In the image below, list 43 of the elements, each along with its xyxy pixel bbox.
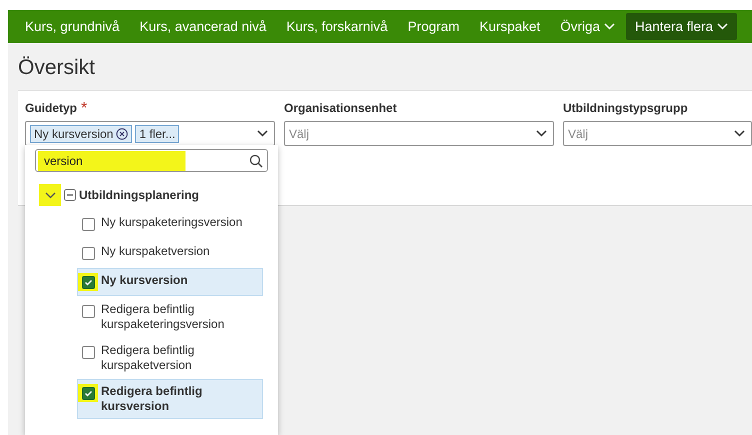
field-label: Organisationsenhet — [284, 101, 397, 116]
group-checkbox[interactable] — [64, 189, 76, 201]
nav-item[interactable]: Kurs, forskarnivå — [277, 13, 397, 40]
check-icon — [84, 278, 92, 286]
checkbox[interactable] — [82, 276, 94, 288]
chevron-down-icon — [257, 130, 268, 137]
option-item[interactable]: Redigera befintlig kurspaketversion — [77, 338, 263, 378]
chevron-down-icon — [717, 23, 728, 30]
checkbox[interactable] — [82, 246, 94, 260]
chevron-down-icon — [44, 192, 56, 198]
selected-tag: Ny kursversion — [30, 124, 132, 142]
group-label: Utbildningsplanering — [79, 188, 199, 202]
option-item[interactable]: Redigera befintlig kursversion — [77, 379, 263, 419]
option-item[interactable]: Ny kursversion — [77, 268, 263, 296]
check-icon — [84, 388, 92, 398]
nav-item[interactable]: Övriga — [551, 13, 624, 40]
required-mark: * — [81, 101, 88, 116]
checkbox[interactable] — [82, 304, 94, 318]
nav-item[interactable]: Kurs, avancerad nivå — [130, 13, 276, 40]
nav-item[interactable]: Kurs, grundnivå — [16, 13, 129, 40]
select-field[interactable]: Välj — [284, 121, 554, 146]
select-field[interactable]: Välj — [563, 121, 752, 146]
checkbox[interactable] — [82, 218, 94, 230]
search-icon — [249, 154, 263, 168]
checkbox[interactable] — [82, 386, 94, 400]
nav-item[interactable]: Hantera flera — [626, 13, 738, 40]
page-title: Översikt — [18, 56, 96, 80]
option-item[interactable]: Redigera befintlig kurspaketeringsversion — [77, 297, 263, 337]
nav-item[interactable]: Program — [398, 13, 468, 40]
remove-icon[interactable] — [116, 128, 128, 140]
chevron-down-icon — [604, 23, 616, 30]
field-label: Guidetyp — [25, 101, 78, 116]
selected-tag: 1 fler... — [135, 124, 180, 142]
chevron-down-icon — [734, 130, 745, 137]
search-field[interactable]: version — [35, 149, 268, 172]
option-item[interactable]: Ny kurspaketeringsversion — [77, 210, 263, 238]
select-field[interactable]: Ny kursversion 1 fler... — [25, 121, 275, 146]
option-item[interactable]: Ny kurspaketversion — [77, 239, 263, 267]
chevron-down-icon — [536, 130, 547, 137]
nav-item[interactable]: Kurspaket — [470, 13, 550, 40]
expand-toggle[interactable] — [39, 184, 61, 206]
checkbox[interactable] — [82, 346, 94, 358]
field-label: Utbildningstypsgrupp — [563, 101, 688, 116]
